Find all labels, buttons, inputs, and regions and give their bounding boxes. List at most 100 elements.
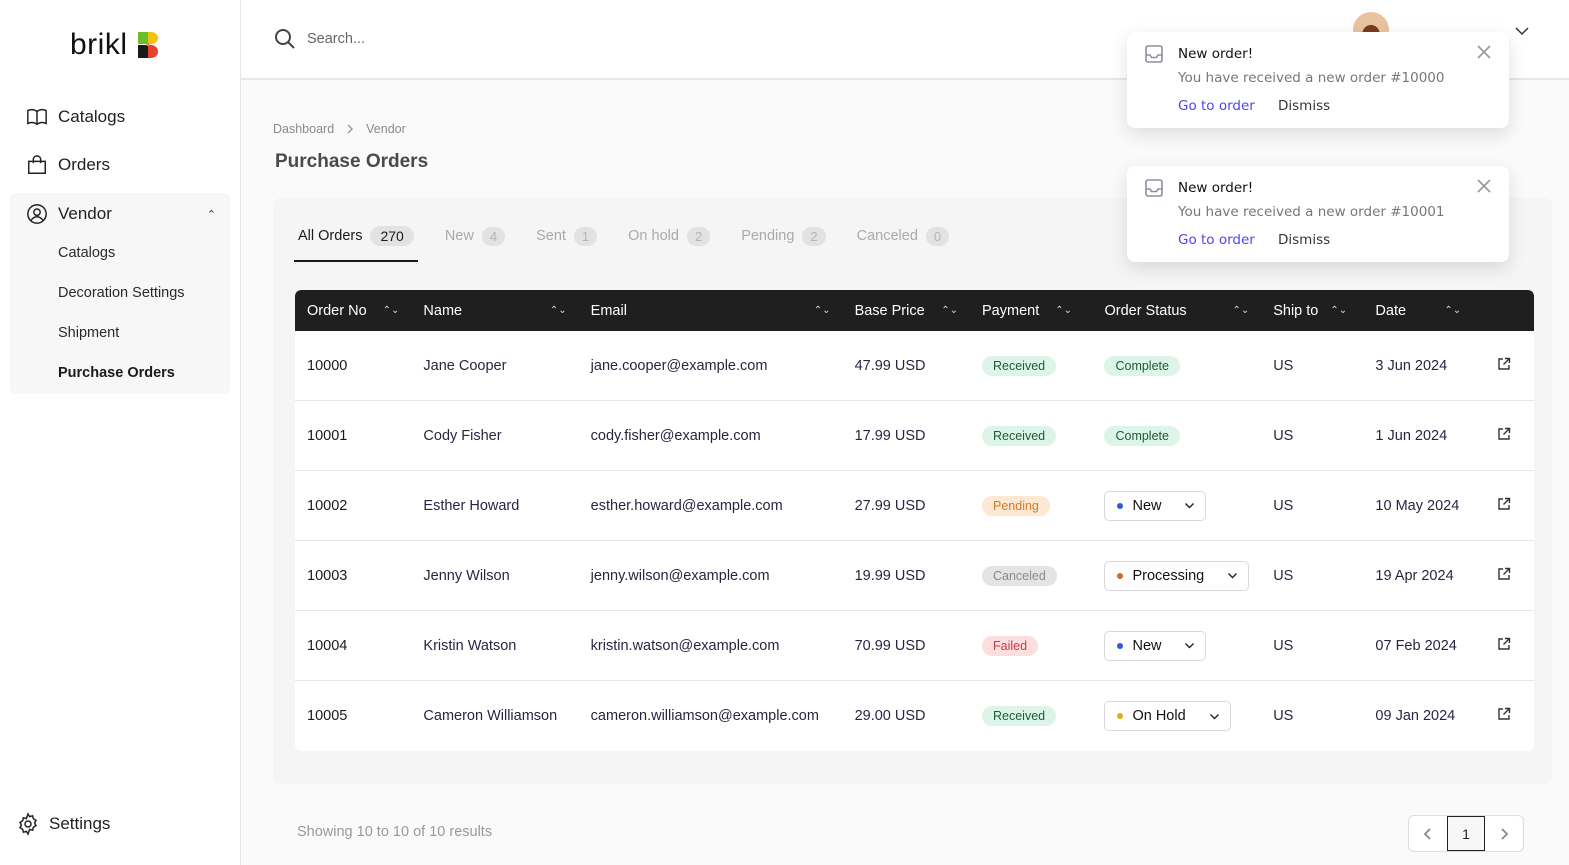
column-header-order-no[interactable]: Order No ⌃⌄ [295,290,412,331]
column-header-order-status[interactable]: Order Status ⌃⌄ [1092,290,1262,331]
sidebar-subitem-decoration-settings[interactable]: Decoration Settings [58,285,185,301]
tab-new[interactable]: New 4 [441,220,509,262]
sidebar-subitem-shipment[interactable]: Shipment [58,325,119,341]
external-link-icon[interactable] [1497,427,1511,441]
status-dot [1117,502,1124,509]
table-row[interactable]: 10003 Jenny Wilson jenny.wilson@example.co… [295,541,1534,611]
table-row[interactable]: 10001 Cody Fisher cody.fisher@example.com 1… [295,401,1534,471]
cell-email: kristin.watson@example.com [578,611,843,681]
chevron-down-icon[interactable] [1513,22,1531,40]
cell-email: cody.fisher@example.com [578,401,843,471]
search-bar [273,27,607,51]
order-status-select[interactable]: On Hold [1104,701,1231,731]
sort-icon[interactable]: ⌃⌄ [1232,305,1249,316]
sort-icon[interactable]: ⌃⌄ [941,305,958,316]
tab-on-hold[interactable]: On hold 2 [624,220,714,262]
go-to-order-link[interactable]: Go to order [1178,98,1255,114]
sidebar-item-catalogs[interactable]: Catalogs [26,106,125,128]
sort-icon[interactable]: ⌃⌄ [1330,305,1347,316]
cell-order-status: Complete [1092,331,1262,401]
sort-icon[interactable]: ⌃⌄ [1055,305,1072,316]
dismiss-button[interactable]: Dismiss [1278,98,1330,114]
next-page-button[interactable] [1485,816,1523,851]
tab-sent[interactable]: Sent 1 [532,220,601,262]
tab-count: 4 [481,226,506,246]
sort-icon[interactable]: ⌃⌄ [814,305,831,316]
table-row[interactable]: 10005 Cameron Williamson cameron.williamso… [295,681,1534,751]
order-status-select[interactable]: New [1104,490,1207,521]
logo-mark-icon [137,32,158,58]
column-header-base-price[interactable]: Base Price ⌃⌄ [842,290,970,331]
breadcrumb-dashboard[interactable]: Dashboard [273,122,334,136]
column-header-actions [1473,290,1534,331]
order-tabs: All Orders 270 New 4 Sent 1 On hold 2 Pe… [294,220,976,262]
tab-pending[interactable]: Pending 2 [737,220,829,262]
page-title: Purchase Orders [275,151,429,172]
table-row[interactable]: 10002 Esther Howard esther.howard@example.… [295,471,1534,541]
sidebar-item-label: Vendor [58,204,112,223]
table-row[interactable]: 10004 Kristin Watson kristin.watson@exampl… [295,611,1534,681]
column-header-name[interactable]: Name ⌃⌄ [411,290,579,331]
chevron-up-icon[interactable]: ⌃ [207,208,216,221]
close-icon[interactable] [1476,44,1492,60]
cell-ship-to: US [1261,471,1364,541]
column-header-payment[interactable]: Payment ⌃⌄ [970,290,1093,331]
cell-payment: Canceled [970,541,1093,611]
external-link-icon[interactable] [1497,637,1511,651]
cell-payment: Failed [970,611,1093,681]
sidebar-item-settings[interactable]: Settings [16,812,110,836]
cell-name: Cody Fisher [411,401,579,471]
order-status-select[interactable]: Processing [1104,560,1250,591]
sidebar-item-vendor[interactable]: Vendor ⌃ [26,203,216,225]
sort-icon[interactable]: ⌃⌄ [383,305,400,316]
tab-all-orders[interactable]: All Orders 270 [294,220,418,262]
sort-icon[interactable]: ⌃⌄ [550,305,567,316]
cell-ship-to: US [1261,331,1364,401]
tab-canceled[interactable]: Canceled 0 [853,220,954,262]
cell-email: jane.cooper@example.com [578,331,843,401]
cell-name: Esther Howard [411,471,579,541]
sort-icon[interactable]: ⌃⌄ [1444,305,1461,316]
column-header-email[interactable]: Email ⌃⌄ [578,290,843,331]
cell-actions [1473,471,1534,541]
chevron-down-icon [1185,643,1195,649]
cell-order-no: 10005 [307,708,348,724]
page-button-current[interactable]: 1 [1447,816,1485,851]
external-link-icon[interactable] [1497,497,1511,511]
order-status-value: On Hold [1132,708,1186,724]
column-header-ship-to[interactable]: Ship to ⌃⌄ [1261,290,1364,331]
cell-order-no: 10002 [295,471,412,541]
brikl-logo[interactable]: brikl [70,28,158,62]
sidebar-item-orders[interactable]: Orders [26,154,110,176]
dismiss-button[interactable]: Dismiss [1278,232,1330,248]
cell-order-no: 10004 [295,611,412,681]
payment-badge: Received [982,425,1057,446]
tab-count: 1 [573,226,598,246]
external-link-icon[interactable] [1497,357,1511,371]
sidebar-subitem-purchase-orders[interactable]: Purchase Orders [58,365,175,381]
status-dot [1117,572,1124,579]
order-status-badge: Complete [1104,425,1180,446]
search-input[interactable] [307,31,607,47]
cell-name: Jane Cooper [411,331,579,401]
column-header-date[interactable]: Date ⌃⌄ [1363,290,1474,331]
breadcrumb-vendor[interactable]: Vendor [366,122,406,136]
external-link-icon[interactable] [1497,567,1511,581]
external-link-icon[interactable] [1497,707,1511,721]
tab-count: 0 [925,226,950,246]
cell-date: 10 May 2024 [1363,471,1474,541]
sidebar-subitem-catalogs[interactable]: Catalogs [58,245,115,261]
cell-payment: Received [970,401,1093,471]
order-status-select[interactable]: New [1104,630,1207,661]
orders-table-body: 10000 Jane Cooper jane.cooper@example.com 4… [295,331,1534,751]
prev-page-button[interactable] [1409,816,1447,851]
close-icon[interactable] [1476,178,1492,194]
cell-date: 3 Jun 2024 [1363,331,1474,401]
table-row[interactable]: 10000 Jane Cooper jane.cooper@example.com 4… [295,331,1534,401]
cell-date: 09 Jan 2024 [1375,708,1456,724]
go-to-order-link[interactable]: Go to order [1178,232,1255,248]
payment-badge: Canceled [982,565,1057,586]
cell-actions [1473,611,1534,681]
order-status-value: New [1132,637,1162,654]
order-status-value: Processing [1132,567,1205,584]
